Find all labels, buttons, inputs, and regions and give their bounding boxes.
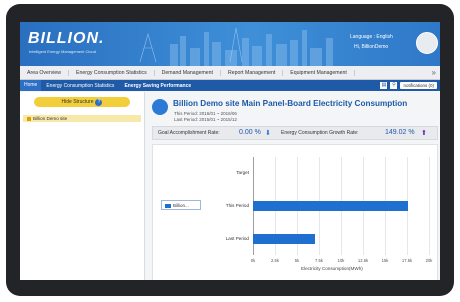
last-period-text: Last Period: 2015/01 ~ 2015/12: [174, 117, 237, 122]
y-category-label: Target: [236, 170, 249, 176]
growth-rate-label: Energy Consumption Growth Rate:: [281, 130, 359, 136]
notifications-dropdown[interactable]: notifications (0): [400, 82, 437, 89]
language-selector[interactable]: Language : English: [350, 34, 393, 40]
help-icon[interactable]: ?: [95, 99, 103, 106]
down-arrow-icon: ⬇: [265, 130, 271, 137]
nav-area-overview[interactable]: Area Overview: [20, 69, 70, 76]
x-tick-label: 15k: [381, 258, 389, 263]
nav-report-management[interactable]: Report Management: [221, 69, 284, 76]
x-tick-label: 5k: [294, 258, 300, 263]
search-icon[interactable]: ⚲: [390, 82, 398, 89]
electricity-icon: [152, 99, 168, 115]
nav-energy-consumption-statistics[interactable]: Energy Consumption Statistics: [69, 69, 155, 76]
chart-legend[interactable]: Billion...: [161, 200, 201, 210]
x-tick-label: 2.5k: [271, 258, 279, 263]
tab-energy-consumption-statistics[interactable]: Energy Consumption Statistics: [41, 83, 119, 89]
bar-last-period[interactable]: [253, 233, 316, 244]
billion-logo: BILLION.: [28, 30, 105, 47]
nav-more-icon[interactable]: »: [432, 68, 440, 77]
folder-icon: [27, 116, 31, 121]
x-tick-label: 7.5k: [315, 258, 323, 263]
home-link[interactable]: Home: [20, 80, 42, 91]
bar-this-period[interactable]: [253, 201, 408, 211]
main-content: Billion Demo site Main Panel-Board Elect…: [146, 92, 440, 280]
x-axis-label: Electricity Consumption(MWh): [301, 266, 363, 271]
tablet-frame: BILLION. Intelligent Energy Management C…: [6, 4, 454, 296]
x-tick-label: 12.5k: [357, 258, 369, 263]
growth-rate-value: 149.02 %: [385, 129, 415, 136]
y-category-label: This Period: [225, 203, 249, 208]
rate-summary: Goal Accomplishment Rate: 0.00 % ⬇ Energ…: [152, 126, 438, 140]
goal-rate-label: Goal Accomplishment Rate:: [158, 130, 220, 136]
nav-equipment-management[interactable]: Equipment Management: [283, 69, 355, 76]
x-tick-label: 20k: [425, 258, 433, 263]
consumption-chart: Billion... 0k 2.5k 5k 7.5k 10k 12.5k 15k 17.5k 2…: [152, 144, 438, 280]
x-tick-label: 17.5k: [401, 258, 413, 263]
user-greeting: Hi, BillionDemo: [354, 44, 389, 50]
page-title: Billion Demo site Main Panel-Board Elect…: [173, 99, 408, 108]
hide-structure-button[interactable]: Hide Structure?: [34, 97, 130, 107]
top-navigation: Area Overview Energy Consumption Statist…: [20, 66, 440, 80]
nav-demand-management[interactable]: Demand Management: [155, 69, 221, 76]
breadcrumb: Home Energy Consumption Statistics Energ…: [20, 80, 440, 91]
legend-label: Billion...: [173, 203, 189, 208]
y-category-label: Last Period: [225, 235, 249, 241]
tab-energy-saving-performance[interactable]: Energy Saving Performance: [119, 83, 196, 89]
app-screen: BILLION. Intelligent Energy Management C…: [20, 22, 440, 280]
up-arrow-icon: ⬆: [421, 130, 427, 137]
x-tick-label: 10k: [337, 258, 345, 263]
sidebar-item-label: Billion Demo site: [33, 116, 68, 121]
x-tick-label: 0k: [250, 258, 256, 263]
legend-swatch: [165, 203, 171, 208]
this-period-text: This Period: 2016/01 ~ 2016/06: [174, 111, 237, 116]
header-banner: BILLION. Intelligent Energy Management C…: [20, 22, 440, 66]
structure-sidebar: Hide Structure? Billion Demo site: [20, 92, 145, 280]
avatar[interactable]: [416, 32, 438, 54]
export-icon[interactable]: ▤: [380, 82, 388, 89]
logo-tagline: Intelligent Energy Management Cloud: [29, 49, 96, 54]
goal-rate-value: 0.00 %: [239, 129, 261, 136]
hide-structure-label: Hide Structure: [61, 99, 94, 105]
sidebar-item-site[interactable]: Billion Demo site: [23, 115, 141, 122]
gridline: [429, 157, 430, 255]
